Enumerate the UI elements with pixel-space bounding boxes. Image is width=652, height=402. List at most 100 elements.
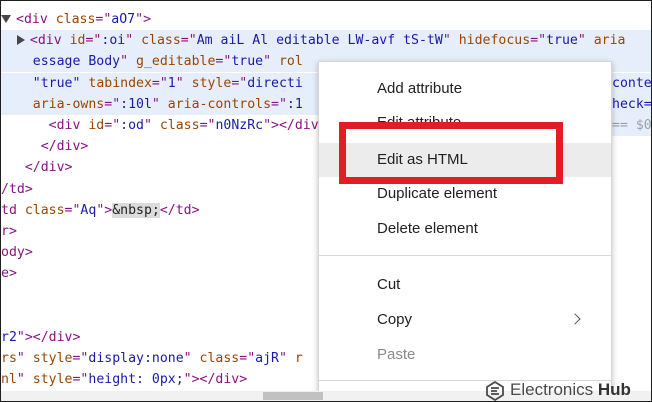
code-token: <div	[48, 118, 89, 133]
code-token: hidefocus	[458, 33, 531, 49]
code-token: == $0	[612, 118, 652, 133]
code-token: "	[442, 33, 459, 49]
code-token: height: 0px;	[88, 372, 184, 388]
code-token: "	[143, 118, 160, 133]
menu-separator	[319, 255, 611, 256]
watermark-brand: Electronics	[510, 380, 594, 399]
code-token: ="	[64, 202, 81, 218]
code-token: "	[577, 33, 594, 49]
electronics-hub-logo-icon	[486, 381, 504, 401]
code-line-overflow: == $0	[610, 115, 652, 136]
code-token: ="	[151, 75, 168, 91]
code-token: </div>	[40, 139, 89, 155]
code-token: ="	[215, 54, 232, 70]
menu-item-add-attribute[interactable]: Add attribute	[319, 72, 611, 106]
code-token: "></div>	[183, 372, 248, 388]
code-token: display:none	[88, 351, 184, 367]
watermark: Electronics Hub	[477, 379, 651, 401]
code-token: ="	[199, 118, 216, 133]
expand-arrow-down-icon[interactable]	[1, 15, 11, 23]
code-token: aria-controls	[167, 96, 272, 112]
code-token: g_editable	[136, 54, 216, 70]
code-token: ">	[135, 12, 152, 27]
code-token: "	[16, 351, 33, 367]
menu-item-copy[interactable]: Copy	[319, 303, 611, 337]
code-token: r2	[1, 330, 17, 345]
code-token: ="	[271, 96, 287, 112]
code-token: "true"	[32, 75, 81, 91]
code-token: ="	[231, 75, 248, 91]
code-token: ="	[104, 118, 121, 133]
code-token: :oi	[101, 33, 126, 49]
watermark-hub: Hub	[597, 380, 631, 399]
code-line-overflow: conten	[610, 72, 652, 94]
code-token: ajR	[255, 351, 279, 367]
chevron-right-icon	[569, 313, 581, 325]
code-token: aria-owns	[32, 96, 105, 112]
code-token: ="	[72, 351, 89, 367]
code-token: :od	[120, 118, 144, 133]
code-token: "	[151, 96, 168, 112]
code-token: "	[16, 372, 33, 388]
menu-item-paste[interactable]: Paste	[319, 338, 611, 372]
code-line[interactable]: <div id=":oi" class="Am aiL Al editable …	[1, 30, 651, 52]
code-token: "	[278, 351, 295, 367]
menu-item-delete-element[interactable]: Delete element	[319, 212, 611, 246]
expand-arrow-right-icon[interactable]	[16, 35, 25, 46]
code-token: /td>	[1, 181, 33, 197]
code-line[interactable]: <div class="aO7">	[1, 9, 651, 30]
code-token: class	[24, 202, 65, 218]
code-token: id	[69, 33, 86, 49]
code-token: &nbsp;	[112, 202, 160, 218]
code-token: td	[1, 202, 25, 218]
code-token: r>	[1, 224, 17, 239]
code-token: rol	[278, 54, 303, 70]
code-token: <div	[16, 12, 56, 27]
code-token: ="	[95, 12, 112, 27]
code-token: nl	[1, 372, 17, 388]
code-token: :1	[286, 96, 303, 112]
code-token: aO7	[111, 12, 136, 27]
code-token: essage Body	[32, 54, 121, 70]
highlight-annotation-box	[339, 122, 563, 184]
scrollbar-thumb[interactable]	[263, 392, 323, 400]
code-token: class	[159, 118, 200, 133]
menu-item-cut[interactable]: Cut	[319, 268, 611, 302]
code-token: ="	[530, 33, 547, 49]
devtools-screenshot: ~ ~ ~ <div class="aO7"> <div id=":oi" cl…	[0, 0, 652, 402]
code-token: "	[120, 54, 137, 70]
code-token: Aq	[80, 202, 97, 218]
code-token: aria	[593, 33, 626, 49]
code-token: rs	[1, 351, 17, 367]
code-token: ody>	[1, 245, 33, 261]
code-token: directi	[247, 75, 303, 91]
code-token: ="	[104, 96, 121, 112]
code-token: style	[191, 75, 232, 91]
code-token: ">	[96, 202, 113, 218]
code-token: heck=	[612, 96, 652, 112]
code-token: Am aiL Al editable LW-avf tS-tW	[196, 33, 443, 49]
code-token: conten	[612, 75, 652, 91]
code-token: true	[231, 54, 264, 70]
code-token: tabindex	[88, 75, 152, 91]
code-token: "	[175, 75, 192, 91]
code-token: ="	[85, 33, 102, 49]
context-menu: Add attribute Edit attribute Edit as HTM…	[318, 61, 612, 401]
code-token: </td>	[159, 202, 200, 218]
code-token: "></div>	[16, 330, 81, 345]
code-token: </div>	[24, 160, 73, 176]
code-token: 1	[167, 75, 176, 91]
code-token: class	[55, 12, 96, 27]
code-token: r	[294, 351, 303, 367]
code-token: true	[546, 33, 578, 49]
code-token: style	[32, 372, 73, 388]
code-token: "	[263, 54, 279, 70]
code-token: class	[141, 33, 181, 49]
code-token: :10l	[120, 96, 152, 112]
code-token: "	[125, 33, 142, 49]
code-token: "	[183, 351, 200, 367]
code-token: style	[32, 351, 73, 367]
code-token: e>	[1, 266, 17, 282]
code-token: n0NzRc	[215, 118, 264, 133]
code-token: <div	[29, 33, 70, 49]
